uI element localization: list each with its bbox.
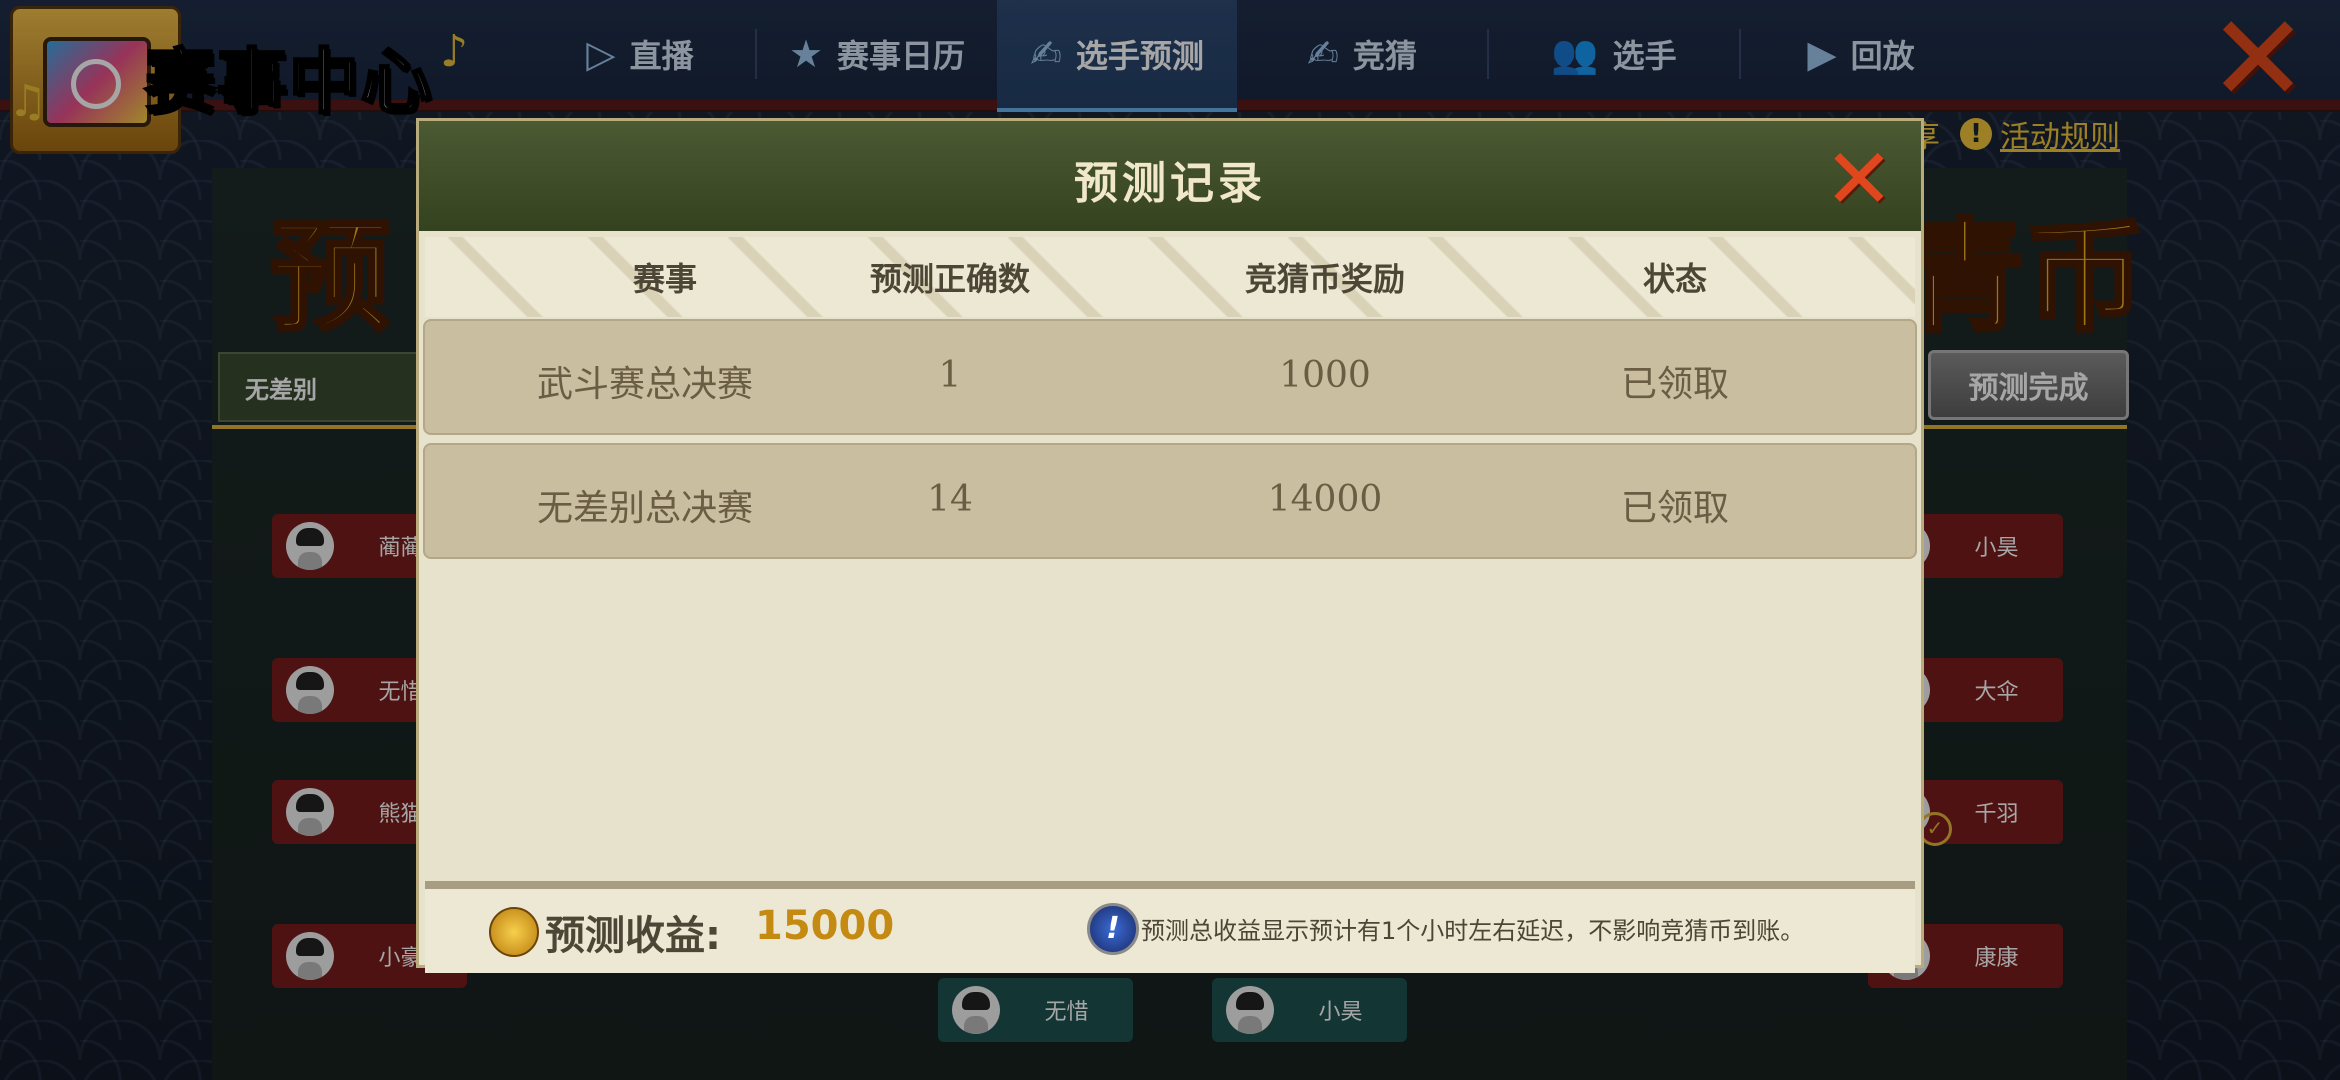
status-cell: 已领取: [1620, 364, 1729, 405]
reward-cell: 14000: [1267, 479, 1383, 520]
table-header: 赛事 预测正确数 竞猜币奖励 状态: [425, 237, 1915, 317]
dialog-close-icon[interactable]: ✕: [1809, 137, 1909, 221]
earnings-label: 预测收益:: [545, 913, 721, 959]
correct-count-cell: 14: [927, 479, 973, 520]
table-row: 武斗赛总决赛 1 1000 已领取: [423, 319, 1917, 435]
column-header-event: 赛事: [632, 260, 697, 298]
event-cell: 无差别总决赛: [536, 488, 753, 529]
correct-count-cell: 1: [938, 355, 962, 396]
status-cell: 已领取: [1620, 488, 1729, 529]
earnings-value: 15000: [755, 903, 895, 949]
reward-cell: 1000: [1279, 355, 1371, 396]
column-header-correct: 预测正确数: [869, 260, 1030, 298]
coin-icon: [489, 907, 539, 957]
earnings-note: 预测总收益显示预计有1个小时左右延迟，不影响竞猜币到账。: [1141, 917, 1805, 945]
prediction-record-dialog: 预测记录 ✕ 赛事 预测正确数 竞猜币奖励 状态 武斗赛总决赛 1 1000 已…: [416, 118, 1924, 973]
column-header-reward: 竞猜币奖励: [1244, 260, 1405, 298]
info-icon: !: [1087, 903, 1139, 955]
dialog-footer: 预测收益: 15000 ! 预测总收益显示预计有1个小时左右延迟，不影响竞猜币到…: [425, 881, 1915, 973]
event-cell: 武斗赛总决赛: [536, 364, 753, 405]
dialog-title: 预测记录: [1074, 158, 1266, 209]
table-row: 无差别总决赛 14 14000 已领取: [423, 443, 1917, 559]
column-header-status: 状态: [1642, 260, 1707, 298]
